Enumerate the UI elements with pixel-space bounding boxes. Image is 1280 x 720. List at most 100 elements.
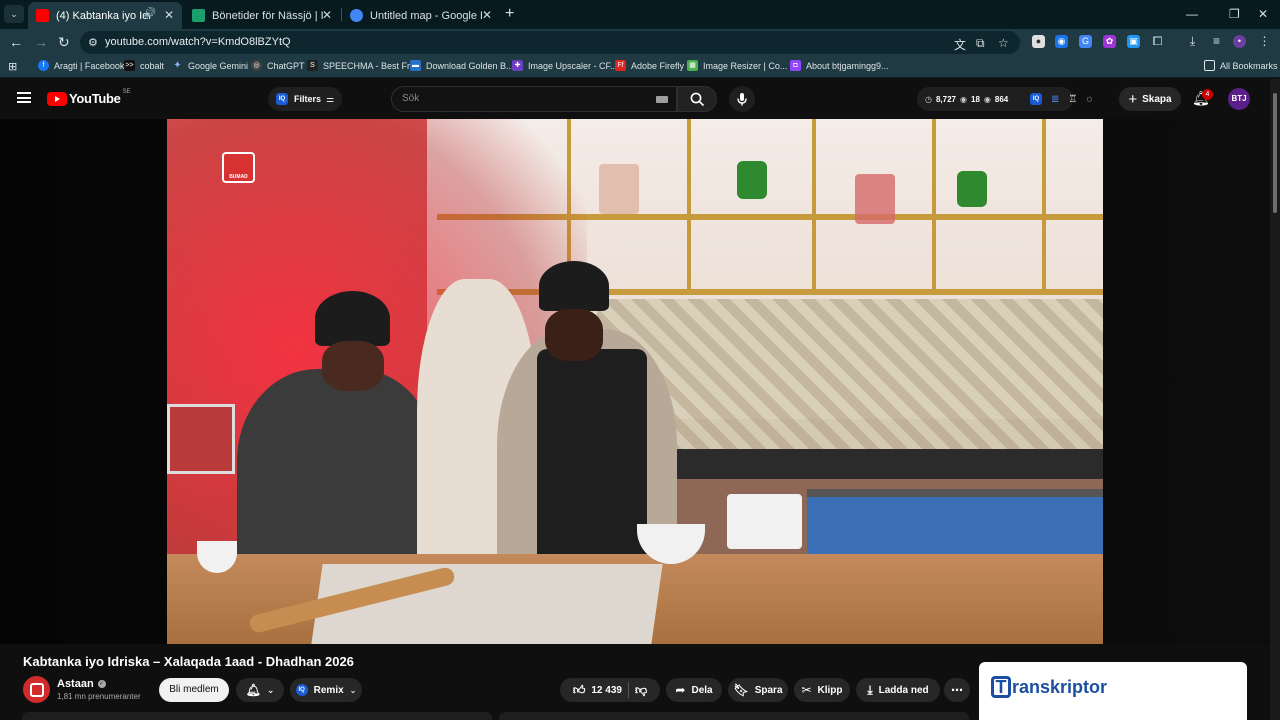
all-bookmarks-button[interactable]: All Bookmarks <box>1204 60 1278 71</box>
new-tab-button[interactable]: + <box>505 5 514 23</box>
search-input-box[interactable] <box>391 86 677 112</box>
close-tab-icon[interactable]: ✕ <box>482 8 492 22</box>
channel-subscribers: 1,81 mn prenumeranter <box>57 692 141 701</box>
filters-button[interactable]: IQ Filters ⚌ <box>268 87 343 111</box>
cast-icon[interactable]: ⧉ <box>976 36 985 51</box>
channel-name[interactable]: Astaan <box>57 678 94 690</box>
dislike-thumb-down-icon[interactable]: 👎︎ <box>635 683 647 698</box>
reading-list-icon[interactable]: ≡ <box>1210 35 1223 48</box>
extension-2-icon[interactable]: ◉ <box>1055 35 1068 48</box>
trophy-icon[interactable]: ♖ <box>1068 94 1077 105</box>
download-icon[interactable]: ⤓ <box>1186 35 1199 48</box>
share-arrow-icon: ➦ <box>675 683 686 697</box>
close-tab-icon[interactable]: ✕ <box>164 8 174 22</box>
join-membership-button[interactable]: Bli medlem <box>159 678 229 702</box>
keyboard-icon[interactable] <box>656 96 668 103</box>
video-frame[interactable]: BUMAD <box>167 119 1103 644</box>
stat-views: 8,727 <box>935 94 957 104</box>
plus-icon: + <box>1128 90 1138 108</box>
tab-youtube[interactable]: (4) Kabtanka iyo Idriska – Xa 🔊 ✕ <box>28 2 182 29</box>
scrollbar-thumb[interactable] <box>1273 93 1277 213</box>
google-translate-ext-icon[interactable]: G <box>1079 35 1092 48</box>
extension-1-icon[interactable]: ● <box>1032 35 1045 48</box>
tab-google-earth[interactable]: Untitled map - Google Earth ✕ <box>342 2 500 29</box>
remix-label: Remix <box>313 684 344 696</box>
chat-bubble-icon[interactable]: ◌ <box>1086 94 1092 105</box>
transkriptor-t-icon: T <box>991 676 1011 698</box>
bookmark-chatgpt[interactable]: ◎ ChatGPT <box>251 60 305 71</box>
search-button[interactable] <box>677 86 717 112</box>
like-divider <box>627 682 629 698</box>
bookmark-star-icon[interactable]: ☆ <box>998 36 1009 50</box>
voice-search-button[interactable] <box>729 86 755 112</box>
scene-face <box>322 341 384 391</box>
iq-badge-icon: IQ <box>295 684 308 696</box>
browser-menu-icon[interactable]: ⋮ <box>1258 35 1271 48</box>
transkriptor-ad-panel[interactable]: Transkriptor <box>979 662 1247 720</box>
video-player-area[interactable]: BUMAD <box>0 119 1270 644</box>
extensions-puzzle-icon[interactable]: ⧠ <box>1151 35 1164 48</box>
remix-button[interactable]: IQ Remix ⌄ <box>290 678 362 702</box>
list-icon[interactable]: ≣ <box>1051 94 1059 105</box>
share-button[interactable]: ➦ Dela <box>666 678 722 702</box>
like-thumb-up-icon[interactable]: 👍︎ <box>573 683 586 698</box>
tab-search-button[interactable]: ⌄ <box>4 5 24 23</box>
bell-outline-icon: 🔔︎ <box>245 683 261 697</box>
page-scrollbar[interactable] <box>1270 79 1280 720</box>
profile-avatar-icon[interactable]: • <box>1233 35 1246 48</box>
scene-shelf-post <box>687 119 691 294</box>
forward-button[interactable]: → <box>34 34 48 50</box>
youtube-play-logo-icon <box>47 91 67 106</box>
bookmark-gemini[interactable]: ✦ Google Gemini <box>172 60 248 71</box>
bookmark-image-upscaler[interactable]: ✚ Image Upscaler - CF... <box>512 60 618 71</box>
channel-watermark-logo[interactable]: BUMAD <box>222 152 255 183</box>
address-bar[interactable]: ⚙ youtube.com/watch?v=KmdO8lBZYtQ 文 ⧉ ☆ <box>80 31 1020 54</box>
extension-4-icon[interactable]: ▣ <box>1127 35 1140 48</box>
scene-apron <box>537 349 647 569</box>
more-actions-button[interactable]: ⋯ <box>944 678 970 702</box>
bookmark-label: Aragti | Facebook <box>54 60 125 71</box>
chevron-down-icon: ⌄ <box>10 8 18 19</box>
youtube-logo[interactable]: YouTube SE <box>47 89 131 106</box>
transkriptor-logo[interactable]: Transkriptor <box>991 676 1107 698</box>
account-avatar[interactable]: BTJ <box>1228 88 1250 110</box>
create-button[interactable]: + Skapa <box>1119 87 1181 111</box>
bookmark-adobe-firefly[interactable]: Ff Adobe Firefly <box>615 60 684 71</box>
iq-extension-icon[interactable]: IQ <box>1030 93 1042 105</box>
bookmark-image-resizer[interactable]: ▦ Image Resizer | Co... <box>687 60 787 71</box>
like-count[interactable]: 12 439 <box>591 685 622 696</box>
download-button[interactable]: ⤓ Ladda ned <box>856 678 940 702</box>
scene-chef-hat <box>315 291 390 346</box>
menu-hamburger-icon[interactable] <box>17 92 31 103</box>
all-bookmarks-label: All Bookmarks <box>1220 60 1278 71</box>
tab-islam-nu[interactable]: Bönetider för Nässjö | Islam.nu ✕ <box>184 2 340 29</box>
bookmark-cobalt[interactable]: >> cobalt <box>124 60 164 71</box>
bookmark-download-golden[interactable]: ▬ Download Golden B... <box>410 60 514 71</box>
google-earth-favicon-icon <box>350 9 363 22</box>
site-info-icon[interactable]: ⚙ <box>88 36 98 49</box>
maximize-button[interactable]: ❐ <box>1229 7 1240 21</box>
transkriptor-wordmark: ranskriptor <box>1012 677 1108 697</box>
channel-avatar[interactable] <box>23 676 50 703</box>
islam-nu-favicon-icon <box>192 9 205 22</box>
close-tab-icon[interactable]: ✕ <box>322 8 332 22</box>
translate-icon[interactable]: 文 <box>954 36 966 53</box>
back-button[interactable]: ← <box>9 34 23 50</box>
reload-button[interactable]: ↻ <box>58 34 70 51</box>
extension-3-icon[interactable]: ✿ <box>1103 35 1116 48</box>
channel-name-row[interactable]: Astaan ✓ <box>57 678 106 690</box>
filters-label: Filters <box>294 94 322 104</box>
minimize-button[interactable]: — <box>1186 7 1198 21</box>
bookmark-twitch-about[interactable]: ◘ About btjgamingg9... <box>790 60 889 71</box>
save-button[interactable]: 🔖︎ Spara <box>728 678 788 702</box>
subscribe-notifications-button[interactable]: 🔔︎ ⌄ <box>236 678 284 702</box>
url-text[interactable]: youtube.com/watch?v=KmdO8lBZYtQ <box>105 36 291 48</box>
search-input[interactable] <box>402 93 642 104</box>
apps-grid-icon[interactable]: ⊞ <box>8 60 17 73</box>
speaker-icon[interactable]: 🔊 <box>144 8 156 19</box>
bookmark-facebook[interactable]: f Aragti | Facebook <box>38 60 124 71</box>
close-window-button[interactable]: ✕ <box>1258 7 1268 21</box>
chevron-down-icon: ⌄ <box>349 685 357 695</box>
clip-button[interactable]: ✂ Klipp <box>794 678 850 702</box>
bookmark-speechma[interactable]: S SPEECHMA - Best Fr... <box>307 60 417 71</box>
